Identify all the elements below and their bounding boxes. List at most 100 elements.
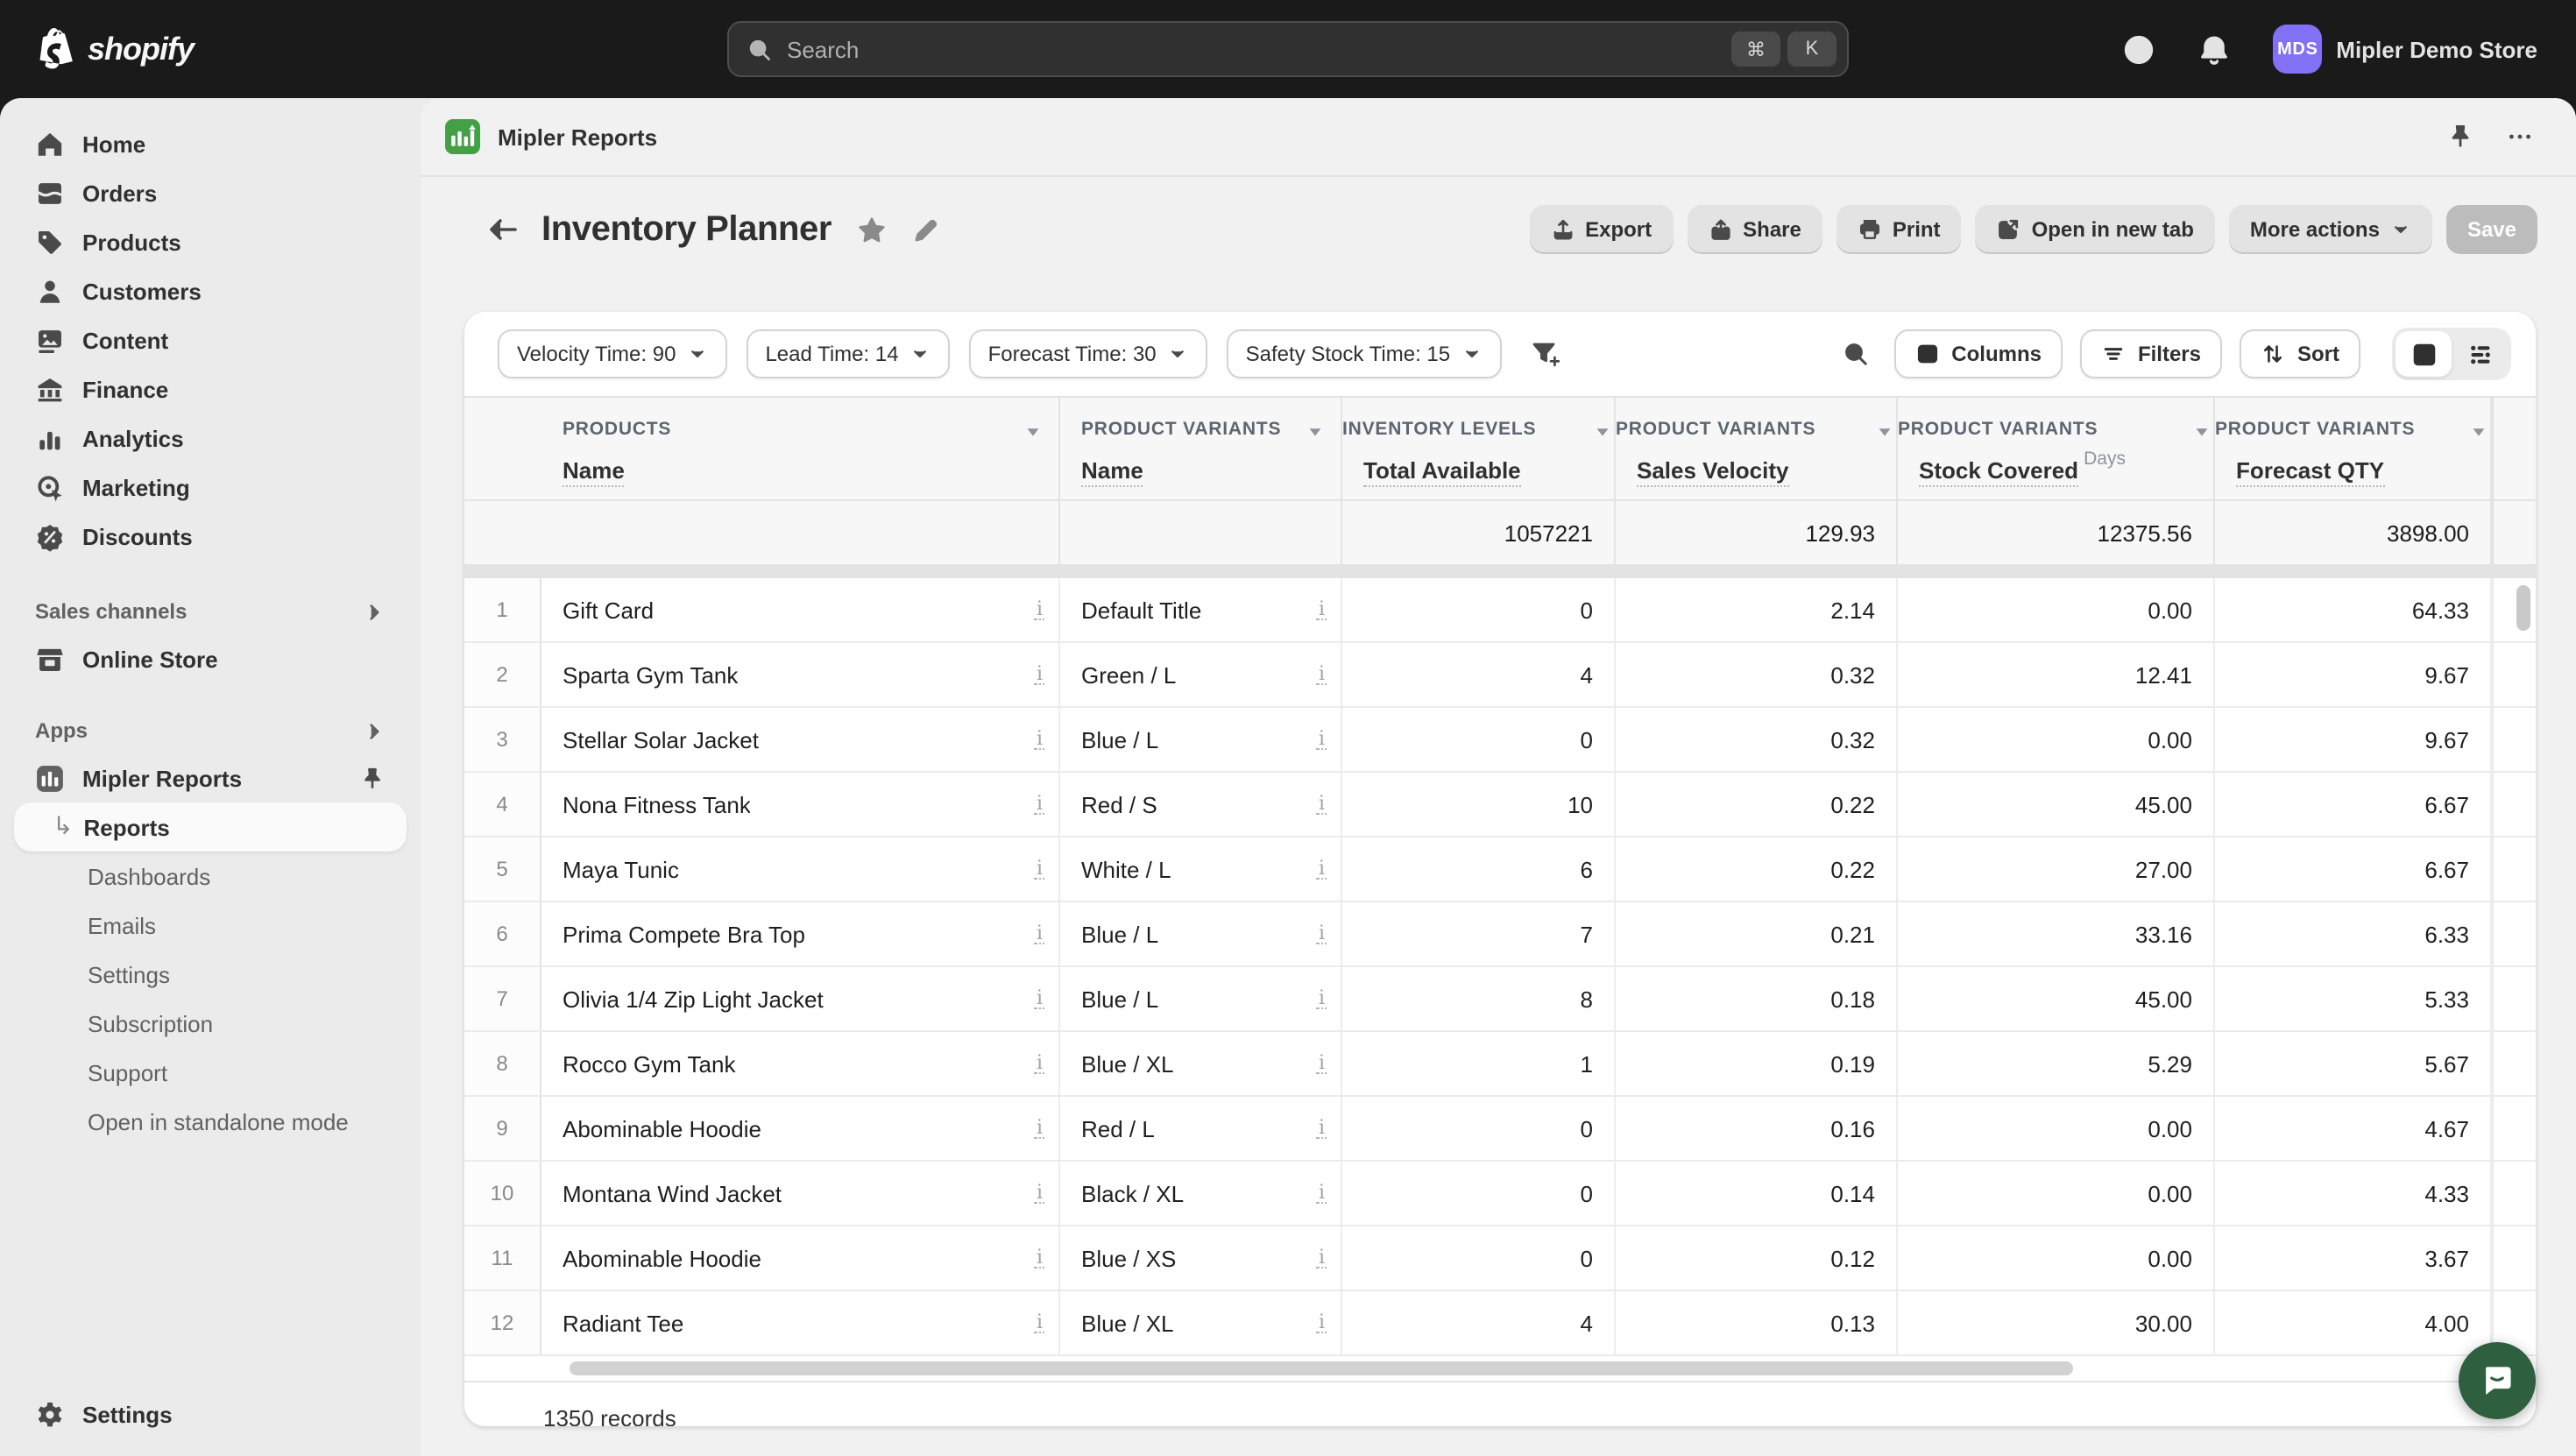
horizontal-scrollbar[interactable] bbox=[570, 1361, 2073, 1375]
info-icon[interactable]: i bbox=[1034, 729, 1044, 750]
more-actions-button[interactable]: More actions bbox=[2228, 205, 2432, 254]
favorite-star-icon[interactable] bbox=[856, 215, 886, 244]
table-row[interactable]: 3 Stellar Solar Jacket i Blue / L i 0 0.3… bbox=[464, 708, 2536, 773]
info-icon[interactable]: i bbox=[1316, 1053, 1327, 1074]
sidebar-subitem-emails[interactable]: Emails bbox=[14, 901, 407, 950]
sidebar-item-home[interactable]: Home bbox=[14, 119, 407, 168]
table-row[interactable]: 9 Abominable Hoodie i Red / L i 0 0.16 0.0… bbox=[464, 1097, 2536, 1162]
variant-name-cell[interactable]: Red / L i bbox=[1060, 1097, 1342, 1160]
table-row[interactable]: 6 Prima Compete Bra Top i Blue / L i 7 0.… bbox=[464, 902, 2536, 967]
table-row[interactable]: 1 Gift Card i Default Title i 0 2.14 0.00 6… bbox=[464, 578, 2536, 643]
info-icon[interactable]: i bbox=[1034, 988, 1044, 1009]
info-icon[interactable]: i bbox=[1316, 729, 1327, 750]
sidebar-item-settings[interactable]: Settings bbox=[14, 1389, 407, 1438]
sidebar-item-orders[interactable]: Orders bbox=[14, 168, 407, 217]
save-button[interactable]: Save bbox=[2445, 205, 2537, 254]
pin-icon[interactable] bbox=[359, 765, 386, 791]
sidebar-subitem-subscription[interactable]: Subscription bbox=[14, 999, 407, 1048]
table-row[interactable]: 12 Radiant Tee i Blue / XL i 4 0.13 30.00 4… bbox=[464, 1291, 2536, 1356]
more-options-ellipsis-icon[interactable] bbox=[2506, 123, 2534, 151]
product-name-cell[interactable]: Maya Tunic i bbox=[541, 838, 1060, 901]
table-row[interactable]: 4 Nona Fitness Tank i Red / S i 10 0.22 45… bbox=[464, 773, 2536, 838]
info-icon[interactable]: i bbox=[1316, 664, 1327, 685]
product-name-cell[interactable]: Prima Compete Bra Top i bbox=[541, 902, 1060, 965]
variant-name-cell[interactable]: Green / L i bbox=[1060, 643, 1342, 706]
sidebar-subitem-open-in-standalone-mode[interactable]: Open in standalone mode bbox=[14, 1097, 407, 1146]
variant-name-cell[interactable]: Default Title i bbox=[1060, 578, 1342, 641]
sidekick-icon[interactable] bbox=[2122, 32, 2155, 66]
group-header[interactable]: PRODUCT VARIANTS bbox=[1898, 398, 2215, 443]
sidebar-item-products[interactable]: Products bbox=[14, 217, 407, 266]
product-name-cell[interactable]: Sparta Gym Tank i bbox=[541, 643, 1060, 706]
open-in-new-tab-button[interactable]: Open in new tab bbox=[1975, 205, 2215, 254]
table-row[interactable]: 8 Rocco Gym Tank i Blue / XL i 1 0.19 5.29… bbox=[464, 1032, 2536, 1097]
variant-name-cell[interactable]: Blue / L i bbox=[1060, 902, 1342, 965]
sidebar-item-analytics[interactable]: Analytics bbox=[14, 413, 407, 463]
group-header[interactable]: PRODUCTS bbox=[541, 398, 1060, 443]
product-name-cell[interactable]: Olivia 1/4 Zip Light Jacket i bbox=[541, 967, 1060, 1030]
table-row[interactable]: 7 Olivia 1/4 Zip Light Jacket i Blue / L… bbox=[464, 967, 2536, 1032]
filter-pill[interactable]: Lead Time: 14 bbox=[746, 329, 950, 378]
product-name-cell[interactable]: Montana Wind Jacket i bbox=[541, 1162, 1060, 1225]
product-name-cell[interactable]: Rocco Gym Tank i bbox=[541, 1032, 1060, 1095]
sidebar-item-discounts[interactable]: Discounts bbox=[14, 512, 407, 561]
vertical-scrollbar[interactable] bbox=[2516, 585, 2530, 631]
sidebar-item-marketing[interactable]: Marketing bbox=[14, 463, 407, 512]
shopify-logo[interactable]: shopify bbox=[39, 27, 195, 71]
add-filter-icon[interactable] bbox=[1529, 338, 1560, 370]
pin-icon[interactable] bbox=[2446, 123, 2474, 151]
share-button[interactable]: Share bbox=[1687, 205, 1822, 254]
search-input[interactable]: Search ⌘ K bbox=[727, 21, 1849, 77]
variant-name-cell[interactable]: Red / S i bbox=[1060, 773, 1342, 836]
variant-name-cell[interactable]: Blue / XL i bbox=[1060, 1032, 1342, 1095]
product-name-cell[interactable]: Stellar Solar Jacket i bbox=[541, 708, 1060, 771]
edit-pencil-icon[interactable] bbox=[910, 215, 940, 244]
info-icon[interactable]: i bbox=[1034, 923, 1044, 944]
filters-button[interactable]: Filters bbox=[2079, 329, 2222, 378]
variant-name-cell[interactable]: Blue / L i bbox=[1060, 967, 1342, 1030]
store-menu[interactable]: MDS Mipler Demo Store bbox=[2273, 25, 2537, 74]
info-icon[interactable]: i bbox=[1316, 794, 1327, 815]
table-row[interactable]: 11 Abominable Hoodie i Blue / XS i 0 0.12… bbox=[464, 1226, 2536, 1291]
info-icon[interactable]: i bbox=[1034, 1312, 1044, 1333]
export-button[interactable]: Export bbox=[1529, 205, 1674, 254]
sidebar-item-online-store[interactable]: Online Store bbox=[14, 634, 407, 683]
info-icon[interactable]: i bbox=[1034, 859, 1044, 880]
sidebar-item-mipler-reports[interactable]: Mipler Reports bbox=[14, 753, 407, 802]
info-icon[interactable]: i bbox=[1034, 1118, 1044, 1139]
filter-pill[interactable]: Safety Stock Time: 15 bbox=[1226, 329, 1502, 378]
summary-view-button[interactable] bbox=[2452, 331, 2508, 377]
variant-name-cell[interactable]: Blue / XL i bbox=[1060, 1291, 1342, 1354]
table-row[interactable]: 10 Montana Wind Jacket i Black / XL i 00… bbox=[464, 1162, 2536, 1226]
sidebar-subitem-support[interactable]: Support bbox=[14, 1048, 407, 1097]
table-search-icon[interactable] bbox=[1841, 340, 1869, 368]
sidebar-section-sales-channels[interactable]: Sales channels bbox=[14, 589, 407, 634]
filter-pill[interactable]: Velocity Time: 90 bbox=[498, 329, 727, 378]
column-header[interactable]: Name bbox=[1060, 443, 1342, 499]
info-icon[interactable]: i bbox=[1316, 859, 1327, 880]
info-icon[interactable]: i bbox=[1316, 1118, 1327, 1139]
column-header[interactable]: Name bbox=[541, 443, 1060, 499]
product-name-cell[interactable]: Abominable Hoodie i bbox=[541, 1226, 1060, 1290]
chat-launcher-button[interactable] bbox=[2459, 1342, 2536, 1419]
columns-button[interactable]: Columns bbox=[1893, 329, 2063, 378]
product-name-cell[interactable]: Nona Fitness Tank i bbox=[541, 773, 1060, 836]
variant-name-cell[interactable]: Black / XL i bbox=[1060, 1162, 1342, 1225]
info-icon[interactable]: i bbox=[1034, 1247, 1044, 1269]
column-header[interactable]: Sales Velocity bbox=[1616, 443, 1898, 499]
sidebar-section-apps[interactable]: Apps bbox=[14, 708, 407, 753]
info-icon[interactable]: i bbox=[1316, 1247, 1327, 1269]
info-icon[interactable]: i bbox=[1034, 1183, 1044, 1204]
product-name-cell[interactable]: Gift Card i bbox=[541, 578, 1060, 641]
product-name-cell[interactable]: Radiant Tee i bbox=[541, 1291, 1060, 1354]
back-arrow-icon[interactable] bbox=[485, 212, 520, 247]
group-header[interactable]: INVENTORY LEVELS bbox=[1342, 398, 1616, 443]
column-header[interactable]: Stock Covered Days bbox=[1898, 443, 2215, 499]
table-row[interactable]: 5 Maya Tunic i White / L i 6 0.22 27.00 6.6… bbox=[464, 838, 2536, 902]
sidebar-subitem-reports[interactable]: ↳ Reports bbox=[14, 802, 407, 852]
info-icon[interactable]: i bbox=[1316, 988, 1327, 1009]
column-header[interactable]: Total Available bbox=[1342, 443, 1616, 499]
print-button[interactable]: Print bbox=[1836, 205, 1962, 254]
info-icon[interactable]: i bbox=[1316, 599, 1327, 620]
group-header[interactable]: PRODUCT VARIANTS bbox=[1616, 398, 1898, 443]
